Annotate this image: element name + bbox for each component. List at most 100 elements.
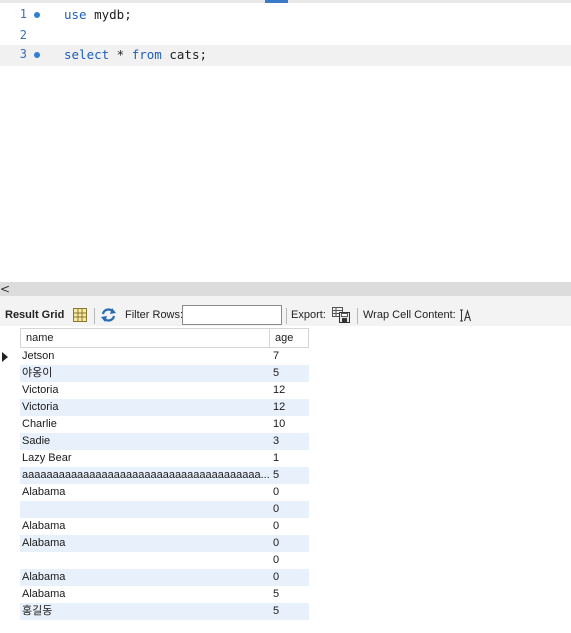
table-row[interactable]: Jetson 7 — [0, 348, 309, 365]
table-row[interactable]: Alabama 0 — [0, 518, 309, 535]
row-header[interactable] — [0, 518, 20, 535]
row-header[interactable] — [0, 603, 20, 620]
cell-name[interactable]: Sadie — [20, 433, 269, 450]
cell-age[interactable]: 0 — [269, 518, 309, 535]
code-line[interactable]: 2 — [0, 26, 571, 47]
cell-name[interactable]: Lazy Bear — [20, 450, 269, 467]
table-row[interactable]: Charlie 10 — [0, 416, 309, 433]
cell-age[interactable]: 5 — [269, 365, 309, 382]
grid-view-icon[interactable] — [73, 308, 87, 325]
sql-keyword: use — [64, 7, 87, 22]
line-number: 2 — [19, 28, 27, 42]
cell-age[interactable]: 0 — [269, 552, 309, 569]
row-header[interactable] — [0, 348, 20, 365]
cell-age[interactable]: 12 — [269, 382, 309, 399]
row-header[interactable] — [0, 586, 20, 603]
column-header-name[interactable]: name — [20, 328, 270, 348]
cell-age[interactable]: 12 — [269, 399, 309, 416]
export-label: Export: — [291, 309, 326, 321]
table-row[interactable]: Alabama 0 — [0, 535, 309, 552]
cell-name[interactable]: 야옹이 — [20, 365, 269, 382]
table-row[interactable]: Alabama 5 — [0, 586, 309, 603]
row-header[interactable] — [0, 535, 20, 552]
code-text: use mydb; — [64, 7, 132, 22]
cell-name[interactable]: Alabama — [20, 569, 269, 586]
table-row[interactable]: Victoria 12 — [0, 399, 309, 416]
editor-tab-marker — [265, 0, 288, 3]
cell-age[interactable]: 5 — [269, 603, 309, 620]
table-row[interactable]: Alabama 0 — [0, 484, 309, 501]
cell-name[interactable]: Victoria — [20, 382, 269, 399]
code-text: select * from cats; — [64, 47, 207, 62]
cell-name[interactable]: Alabama — [20, 484, 269, 501]
row-header[interactable] — [0, 467, 20, 484]
refresh-icon[interactable] — [100, 307, 117, 326]
cell-age[interactable]: 0 — [269, 501, 309, 518]
toolbar-separator — [357, 308, 358, 324]
cell-name[interactable] — [20, 501, 269, 518]
row-header[interactable] — [0, 569, 20, 586]
code-line[interactable]: 3 select * from cats; — [0, 45, 571, 66]
column-header-age[interactable]: age — [269, 328, 309, 348]
line-number: 3 — [19, 47, 27, 61]
grid-header: name age — [0, 328, 309, 348]
row-header[interactable] — [0, 416, 20, 433]
current-row-arrow-icon — [2, 352, 8, 362]
cell-name[interactable]: Victoria — [20, 399, 269, 416]
result-grid-tab[interactable]: Result Grid — [5, 304, 64, 326]
cell-name[interactable]: Jetson — [20, 348, 269, 365]
cell-name[interactable]: Alabama — [20, 586, 269, 603]
table-row[interactable]: Lazy Bear 1 — [0, 450, 309, 467]
row-header[interactable] — [0, 399, 20, 416]
editor-horizontal-scrollbar[interactable]: < — [0, 282, 571, 296]
table-row[interactable]: aaaaaaaaaaaaaaaaaaaaaaaaaaaaaaaaaaaaaaa.… — [0, 467, 309, 484]
cell-name[interactable]: Alabama — [20, 535, 269, 552]
line-number: 1 — [19, 7, 27, 21]
row-header[interactable] — [0, 382, 20, 399]
scroll-left-arrow-icon[interactable]: < — [0, 282, 10, 296]
filter-rows-input[interactable] — [182, 305, 282, 325]
sql-text: mydb; — [86, 7, 132, 22]
cell-age[interactable]: 7 — [269, 348, 309, 365]
toolbar-separator — [94, 308, 95, 324]
row-header[interactable] — [0, 552, 20, 569]
row-header[interactable] — [0, 450, 20, 467]
table-row[interactable]: 0 — [0, 501, 309, 518]
sql-text: * — [109, 47, 132, 62]
export-icon[interactable] — [332, 307, 350, 326]
cell-age[interactable]: 0 — [269, 569, 309, 586]
table-row[interactable]: 0 — [0, 552, 309, 569]
cell-age[interactable]: 10 — [269, 416, 309, 433]
row-header[interactable] — [0, 484, 20, 501]
toolbar-separator — [286, 308, 287, 324]
filter-rows-label: Filter Rows: — [125, 309, 184, 321]
result-toolbar: Result Grid Filter Rows: Export: Wrap Ce… — [0, 304, 571, 326]
cell-age[interactable]: 5 — [269, 586, 309, 603]
statement-marker-icon — [34, 12, 40, 18]
row-header[interactable] — [0, 365, 20, 382]
cell-name[interactable]: Alabama — [20, 518, 269, 535]
cell-age[interactable]: 0 — [269, 535, 309, 552]
table-row[interactable]: 홍길동 5 — [0, 603, 309, 620]
cell-age[interactable]: 1 — [269, 450, 309, 467]
cell-name[interactable] — [20, 552, 269, 569]
cell-age[interactable]: 0 — [269, 484, 309, 501]
sql-keyword: from — [131, 47, 162, 62]
table-row[interactable]: Victoria 12 — [0, 382, 309, 399]
cell-age[interactable]: 5 — [269, 467, 309, 484]
cell-name[interactable]: aaaaaaaaaaaaaaaaaaaaaaaaaaaaaaaaaaaaaaa.… — [20, 467, 269, 484]
row-header[interactable] — [0, 433, 20, 450]
wrap-text-icon[interactable] — [459, 309, 472, 325]
table-row[interactable]: Alabama 0 — [0, 569, 309, 586]
cell-name[interactable]: Charlie — [20, 416, 269, 433]
table-row[interactable]: Sadie 3 — [0, 433, 309, 450]
cell-name[interactable]: 홍길동 — [20, 603, 269, 620]
wrap-cell-content-label: Wrap Cell Content: — [363, 309, 456, 321]
code-line[interactable]: 1 use mydb; — [0, 5, 571, 26]
cell-age[interactable]: 3 — [269, 433, 309, 450]
statement-marker-icon — [34, 52, 40, 58]
sql-editor[interactable]: 1 use mydb; 2 3 select * from cats; — [0, 0, 571, 282]
row-header[interactable] — [0, 501, 20, 518]
table-row[interactable]: 야옹이 5 — [0, 365, 309, 382]
sql-keyword: select — [64, 47, 110, 62]
